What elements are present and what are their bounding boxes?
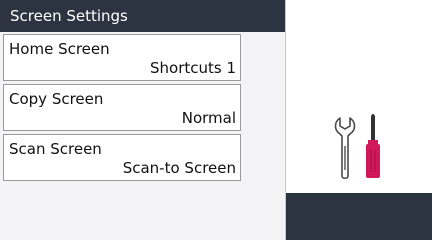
menu-item-copy-screen[interactable]: Copy Screen Normal (3, 84, 241, 131)
menu-item-label: Copy Screen (9, 90, 104, 108)
menu-item-home-screen[interactable]: Home Screen Shortcuts 1 (3, 34, 241, 81)
menu-item-label: Home Screen (9, 40, 110, 58)
tools-icon (334, 114, 380, 180)
menu-item-value: Normal (181, 109, 236, 127)
menu-item-value: Scan-to Screen (122, 159, 236, 177)
settings-panel: Screen Settings Home Screen Shortcuts 1 … (0, 0, 285, 240)
menu-item-label: Scan Screen (9, 140, 102, 158)
page-title: Screen Settings (10, 7, 128, 25)
menu-item-value: Shortcuts 1 (149, 59, 236, 77)
title-bar: Screen Settings (0, 0, 285, 32)
side-panel-footer (286, 193, 432, 240)
menu-item-scan-screen[interactable]: Scan Screen Scan-to Screen (3, 134, 241, 181)
